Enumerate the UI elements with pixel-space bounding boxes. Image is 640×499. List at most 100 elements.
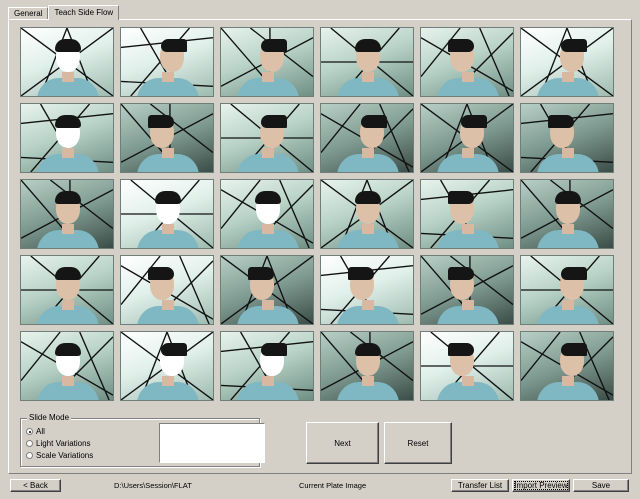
- person-hair: [261, 115, 287, 128]
- person-hair: [55, 343, 81, 356]
- person-hair: [355, 191, 381, 204]
- person-hair: [448, 267, 474, 280]
- training-image-thumbnail[interactable]: [320, 255, 414, 325]
- person-neck: [62, 376, 74, 386]
- slide-mode-legend: Slide Mode: [27, 413, 72, 423]
- training-image-thumbnail[interactable]: [120, 27, 214, 97]
- person-hair: [55, 115, 81, 128]
- training-image-thumbnail[interactable]: [520, 27, 614, 97]
- person-hair: [355, 39, 381, 52]
- person-hair: [355, 343, 381, 356]
- training-image-thumbnail[interactable]: [120, 103, 214, 173]
- training-image-thumbnail[interactable]: [520, 331, 614, 401]
- person-neck: [262, 148, 274, 158]
- training-image-thumbnail[interactable]: [120, 179, 214, 249]
- radio-label: Light Variations: [36, 439, 91, 448]
- training-image-thumbnail[interactable]: [520, 103, 614, 173]
- person-hair: [161, 39, 187, 52]
- training-image-thumbnail[interactable]: [220, 103, 314, 173]
- person-neck: [262, 376, 274, 386]
- training-image-thumbnail[interactable]: [220, 27, 314, 97]
- status-path: D:\Users\Session\FLAT: [114, 481, 192, 490]
- person-neck: [562, 300, 574, 310]
- person-neck: [562, 148, 574, 158]
- radio-label: Scale Variations: [36, 451, 94, 460]
- person-neck: [162, 72, 174, 82]
- training-image-thumbnail[interactable]: [320, 27, 414, 97]
- training-image-thumbnail[interactable]: [520, 179, 614, 249]
- person-hair: [361, 115, 387, 128]
- training-image-thumbnail[interactable]: [420, 27, 514, 97]
- reset-button[interactable]: Reset: [384, 422, 452, 464]
- training-image-thumbnail[interactable]: [20, 255, 114, 325]
- person-hair: [555, 191, 581, 204]
- training-image-thumbnail[interactable]: [20, 179, 114, 249]
- training-image-thumbnail[interactable]: [220, 331, 314, 401]
- training-image-thumbnail[interactable]: [420, 255, 514, 325]
- radio-all[interactable]: All: [26, 427, 45, 436]
- person-neck: [262, 224, 274, 234]
- radio-button[interactable]: [26, 452, 33, 459]
- person-neck: [62, 148, 74, 158]
- training-image-thumbnail[interactable]: [120, 255, 214, 325]
- training-image-thumbnail[interactable]: [220, 255, 314, 325]
- person-neck: [562, 224, 574, 234]
- person-neck: [462, 72, 474, 82]
- person-hair: [255, 191, 281, 204]
- person-neck: [62, 224, 74, 234]
- person-neck: [362, 376, 374, 386]
- training-image-thumbnail[interactable]: [420, 103, 514, 173]
- person-hair: [148, 115, 174, 128]
- person-neck: [362, 72, 374, 82]
- person-neck: [362, 224, 374, 234]
- person-hair: [561, 267, 587, 280]
- training-image-thumbnail[interactable]: [20, 331, 114, 401]
- person-neck: [62, 72, 74, 82]
- person-neck: [462, 376, 474, 386]
- person-hair: [55, 267, 81, 280]
- radio-light-variations[interactable]: Light Variations: [26, 439, 91, 448]
- person-neck: [162, 376, 174, 386]
- person-neck: [62, 300, 74, 310]
- person-hair: [348, 267, 374, 280]
- training-image-thumbnail[interactable]: [420, 331, 514, 401]
- person-neck: [562, 376, 574, 386]
- training-image-thumbnail[interactable]: [20, 27, 114, 97]
- radio-button[interactable]: [26, 428, 33, 435]
- person-neck: [162, 148, 174, 158]
- training-image-thumbnail[interactable]: [320, 331, 414, 401]
- import-preview-button[interactable]: Import Preview: [512, 479, 570, 492]
- tab-teach-side-flow[interactable]: Teach Side Flow: [48, 5, 120, 20]
- person-hair: [261, 343, 287, 356]
- radio-label: All: [36, 427, 45, 436]
- person-neck: [562, 72, 574, 82]
- training-image-thumbnail[interactable]: [520, 255, 614, 325]
- person-hair: [448, 343, 474, 356]
- thumbnail-grid: [20, 27, 614, 401]
- person-neck: [462, 224, 474, 234]
- preview-box: [159, 423, 265, 463]
- person-hair: [561, 39, 587, 52]
- person-neck: [362, 300, 374, 310]
- training-image-thumbnail[interactable]: [120, 331, 214, 401]
- training-image-thumbnail[interactable]: [320, 179, 414, 249]
- slide-mode-group: Slide Mode All Light Variations Scale Va…: [20, 413, 265, 467]
- back-button[interactable]: < Back: [10, 479, 61, 492]
- person-hair: [448, 39, 474, 52]
- person-neck: [262, 300, 274, 310]
- person-neck: [162, 300, 174, 310]
- save-button[interactable]: Save: [573, 479, 629, 492]
- training-image-thumbnail[interactable]: [220, 179, 314, 249]
- training-image-thumbnail[interactable]: [320, 103, 414, 173]
- person-hair: [155, 191, 181, 204]
- training-image-thumbnail[interactable]: [420, 179, 514, 249]
- tab-strip: General Teach Side Flow: [8, 4, 120, 20]
- transfer-list-button[interactable]: Transfer List: [451, 479, 509, 492]
- next-button[interactable]: Next: [306, 422, 379, 464]
- person-hair: [55, 39, 81, 52]
- person-neck: [262, 72, 274, 82]
- radio-button[interactable]: [26, 440, 33, 447]
- bottom-bar: < Back D:\Users\Session\FLAT Current Pla…: [0, 476, 640, 499]
- training-image-thumbnail[interactable]: [20, 103, 114, 173]
- radio-scale-variations[interactable]: Scale Variations: [26, 451, 93, 460]
